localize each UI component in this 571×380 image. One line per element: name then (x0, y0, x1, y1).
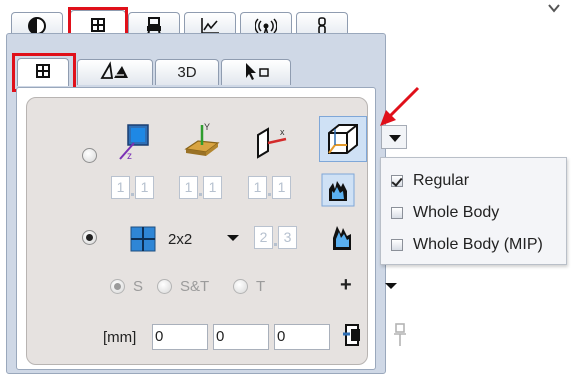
cube-icon (323, 119, 363, 164)
svg-text:x: x (280, 127, 285, 137)
menu-item-regular-label: Regular (413, 172, 470, 189)
grid-layout-icon (33, 61, 53, 85)
grid-layout-radio[interactable] (82, 230, 97, 245)
geometry-icon (98, 60, 132, 85)
sagittal-plane-icon[interactable]: x (250, 121, 292, 166)
inner-tab-3d[interactable]: 3D (155, 59, 219, 85)
position-x-input[interactable]: 0 (152, 324, 208, 350)
hand-pointer-icon[interactable] (327, 222, 355, 259)
decimal-dot (274, 243, 277, 246)
dropdown-arrow-icon (389, 135, 401, 142)
orientation-t-label: T (256, 278, 266, 295)
coronal-plane-icon[interactable]: z (118, 123, 152, 166)
grid-cols-input[interactable]: 3 (278, 226, 297, 249)
pin-icon-disabled[interactable] (392, 322, 408, 353)
orientation-popup-menu: Regular Whole Body Whole Body (MIP) (380, 157, 567, 265)
position-y-input[interactable]: 0 (213, 324, 269, 350)
orientation-s-radio[interactable] (110, 279, 125, 294)
menu-item-whole-body-label: Whole Body (413, 204, 500, 221)
orientation-s-label: S (133, 278, 144, 295)
svg-text:Y: Y (204, 122, 210, 132)
position-unit-label: [mm] (103, 329, 137, 346)
svg-text:z: z (127, 151, 132, 161)
add-button[interactable]: + (340, 275, 352, 295)
red-arrow-icon (380, 86, 420, 126)
grid-layout-icon (88, 15, 108, 35)
axial-plane-icon[interactable]: Y (182, 121, 222, 166)
cursor-icon (239, 61, 273, 85)
row1-input-1a[interactable]: 1 (111, 176, 130, 199)
orientation-t-radio[interactable] (233, 279, 248, 294)
menu-item-regular[interactable]: Regular (391, 170, 469, 192)
row1-input-2a[interactable]: 1 (179, 176, 198, 199)
position-z-input[interactable]: 0 (274, 324, 330, 350)
regular-checkbox[interactable] (391, 175, 403, 187)
inner-tab-3d-label: 3D (177, 64, 197, 81)
blue-grid-icon[interactable] (130, 226, 156, 257)
hand-cube-icon[interactable] (321, 173, 355, 212)
row1-input-2b[interactable]: 1 (203, 176, 222, 199)
whole-body-mip-checkbox[interactable] (391, 239, 403, 251)
grid-size-dropdown-icon[interactable] (226, 233, 240, 243)
inner-tab-layout[interactable] (17, 58, 69, 86)
grid-size-label: 2x2 (168, 231, 193, 248)
decimal-dot (199, 193, 202, 196)
inner-tab-geometry[interactable] (77, 59, 153, 85)
decimal-dot (131, 193, 134, 196)
row1-input-1b[interactable]: 1 (135, 176, 154, 199)
menu-item-whole-body[interactable]: Whole Body (391, 202, 499, 224)
window-corner-icon (547, 0, 561, 18)
single-layout-radio[interactable] (82, 148, 97, 163)
set-position-icon[interactable] (342, 322, 364, 355)
add-dropdown-icon[interactable] (384, 281, 398, 291)
row1-input-3b[interactable]: 1 (272, 176, 291, 199)
decimal-dot (268, 193, 271, 196)
orientation-st-radio[interactable] (157, 279, 172, 294)
orientation-st-label: S&T (180, 278, 210, 295)
grid-rows-input[interactable]: 2 (254, 226, 273, 249)
row1-input-3a[interactable]: 1 (248, 176, 267, 199)
inner-tab-cursor[interactable] (221, 59, 291, 85)
menu-item-whole-body-mip[interactable]: Whole Body (MIP) (391, 234, 543, 256)
menu-item-whole-body-mip-label: Whole Body (MIP) (413, 236, 543, 253)
whole-body-checkbox[interactable] (391, 207, 403, 219)
